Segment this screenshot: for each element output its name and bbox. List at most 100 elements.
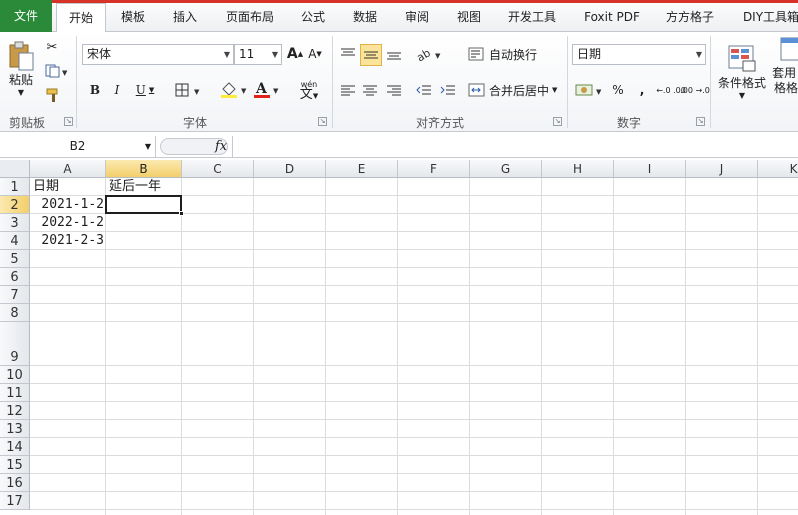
active-cell-border xyxy=(105,195,182,214)
row-header-7[interactable]: 7 xyxy=(0,286,30,304)
ribbon: 粘贴 ▼ ✂ ▼ 剪贴板 ↘ 宋体 ▼ 11 ▼ A ▲ A ▼ B I U ▼ ▼ ▼ … xyxy=(0,32,798,132)
paste-button[interactable]: 粘贴 ▼ xyxy=(4,36,38,102)
column-header-h[interactable]: H xyxy=(542,160,614,178)
increase-indent-button[interactable] xyxy=(438,80,458,100)
format-as-table-button[interactable]: 套用 表格格式 xyxy=(772,36,798,108)
conditional-formatting-button[interactable]: 条件格式 ▼ xyxy=(714,36,770,108)
row-header-6[interactable]: 6 xyxy=(0,268,30,286)
column-header-k[interactable]: K xyxy=(758,160,798,178)
cell-a3[interactable]: 2022-1-2 xyxy=(32,214,104,232)
gridline-vertical xyxy=(253,178,254,515)
tab-review[interactable]: 审阅 xyxy=(396,3,438,32)
font-size-combo[interactable]: 11 ▼ xyxy=(234,44,282,65)
align-left-button[interactable] xyxy=(338,80,358,100)
grow-font-button[interactable]: A ▲ xyxy=(286,44,304,64)
decrease-decimal-button[interactable]: .00 →.0 xyxy=(680,80,710,100)
name-box[interactable]: B2 ▼ xyxy=(0,136,156,157)
format-painter-button[interactable] xyxy=(44,86,62,104)
wrap-text-button[interactable]: 自动换行 xyxy=(468,44,540,64)
row-header-1[interactable]: 1 xyxy=(0,178,30,196)
cell-b1[interactable]: 延后一年 xyxy=(109,178,309,196)
gridline-horizontal xyxy=(30,267,798,268)
tab-view[interactable]: 视图 xyxy=(448,3,490,32)
tab-data[interactable]: 数据 xyxy=(344,3,386,32)
column-header-c[interactable]: C xyxy=(182,160,254,178)
decrease-indent-button[interactable] xyxy=(414,80,434,100)
column-header-d[interactable]: D xyxy=(254,160,326,178)
row-header-4[interactable]: 4 xyxy=(0,232,30,250)
row-header-2[interactable]: 2 xyxy=(0,196,30,214)
alignment-launcher[interactable]: ↘ xyxy=(553,117,562,126)
row-header-15[interactable]: 15 xyxy=(0,456,30,474)
tab-developer[interactable]: 开发工具 xyxy=(500,3,564,32)
phonetic-button[interactable]: wén 文▼ xyxy=(292,78,326,102)
formula-input[interactable] xyxy=(232,136,798,157)
font-color-button[interactable]: A ▼ xyxy=(252,80,282,100)
tab-insert[interactable]: 插入 xyxy=(162,3,208,32)
font-name-combo[interactable]: 宋体 ▼ xyxy=(82,44,234,65)
gridline-horizontal xyxy=(30,437,798,438)
table-style-icon xyxy=(780,37,798,61)
group-label-alignment: 对齐方式 xyxy=(415,116,464,130)
row-header-5[interactable]: 5 xyxy=(0,250,30,268)
cell-a2[interactable]: 2021-1-2 xyxy=(32,196,104,214)
font-launcher[interactable]: ↘ xyxy=(318,117,327,126)
column-header-j[interactable]: J xyxy=(686,160,758,178)
number-format-combo[interactable]: 日期 ▼ xyxy=(572,44,706,65)
column-header-e[interactable]: E xyxy=(326,160,398,178)
tab-template[interactable]: 模板 xyxy=(110,3,156,32)
orientation-button[interactable]: ab ▼ xyxy=(414,44,444,64)
row-header-3[interactable]: 3 xyxy=(0,214,30,232)
copy-button[interactable]: ▼ xyxy=(44,62,70,80)
cell-a4[interactable]: 2021-2-3 xyxy=(32,232,104,250)
row-header-12[interactable]: 12 xyxy=(0,402,30,420)
align-right-button[interactable] xyxy=(384,80,404,100)
row-header-14[interactable]: 14 xyxy=(0,438,30,456)
bold-button[interactable]: B xyxy=(86,80,104,100)
number-launcher[interactable]: ↘ xyxy=(696,117,705,126)
borders-button[interactable]: ▼ xyxy=(172,80,206,100)
underline-button[interactable]: U ▼ xyxy=(130,80,160,100)
tab-fangfang[interactable]: 方方格子 xyxy=(656,3,724,32)
cut-button[interactable]: ✂ xyxy=(44,38,60,56)
column-header-f[interactable]: F xyxy=(398,160,470,178)
merge-center-button[interactable]: 合并后居中 ▼ xyxy=(468,80,562,100)
tab-page-layout[interactable]: 页面布局 xyxy=(218,3,282,32)
tab-home[interactable]: 开始 xyxy=(56,3,106,33)
align-middle-button[interactable] xyxy=(360,44,382,66)
align-left-icon xyxy=(341,85,355,96)
align-top-button[interactable] xyxy=(338,44,358,64)
insert-function-button[interactable]: fx xyxy=(215,136,227,157)
row-header-10[interactable]: 10 xyxy=(0,366,30,384)
column-header-a[interactable]: A xyxy=(30,160,106,178)
row-header-16[interactable]: 16 xyxy=(0,474,30,492)
tab-formulas[interactable]: 公式 xyxy=(292,3,334,32)
group-label-font: 字体 xyxy=(182,116,207,130)
row-header-11[interactable]: 11 xyxy=(0,384,30,402)
tab-diy-toolbox[interactable]: DIY工具箱 xyxy=(734,3,798,32)
shrink-font-button[interactable]: A ▼ xyxy=(306,44,324,64)
fill-color-button[interactable]: ▼ xyxy=(218,80,250,100)
align-bottom-button[interactable] xyxy=(384,44,404,64)
fill-handle[interactable] xyxy=(179,211,184,216)
align-center-button[interactable] xyxy=(360,80,380,100)
increase-decimal-button[interactable]: ←.0 .00 xyxy=(656,80,686,100)
row-header-13[interactable]: 13 xyxy=(0,420,30,438)
tab-foxit-pdf[interactable]: Foxit PDF xyxy=(578,3,646,32)
accounting-format-button[interactable]: ▼ xyxy=(574,80,606,100)
italic-button[interactable]: I xyxy=(108,80,126,100)
column-header-g[interactable]: G xyxy=(470,160,542,178)
select-all-corner[interactable] xyxy=(0,160,30,178)
row-header-8[interactable]: 8 xyxy=(0,304,30,322)
svg-text:▼: ▼ xyxy=(62,69,68,77)
group-label-clipboard: 剪贴板 xyxy=(8,116,45,130)
percent-button[interactable]: % xyxy=(608,80,628,100)
row-header-17[interactable]: 17 xyxy=(0,492,30,510)
worksheet-grid[interactable]: ABCDEFGHIJK 1 2 3 4 5 6 7 8 9 10 11 12 13 14 15 16 17 日期… xyxy=(0,160,798,515)
clipboard-launcher[interactable]: ↘ xyxy=(64,117,73,126)
tab-file[interactable]: 文件 xyxy=(0,0,52,32)
column-header-i[interactable]: I xyxy=(614,160,686,178)
column-header-b[interactable]: B xyxy=(106,160,182,178)
comma-button[interactable]: , xyxy=(632,80,652,100)
row-header-9[interactable]: 9 xyxy=(0,322,30,366)
